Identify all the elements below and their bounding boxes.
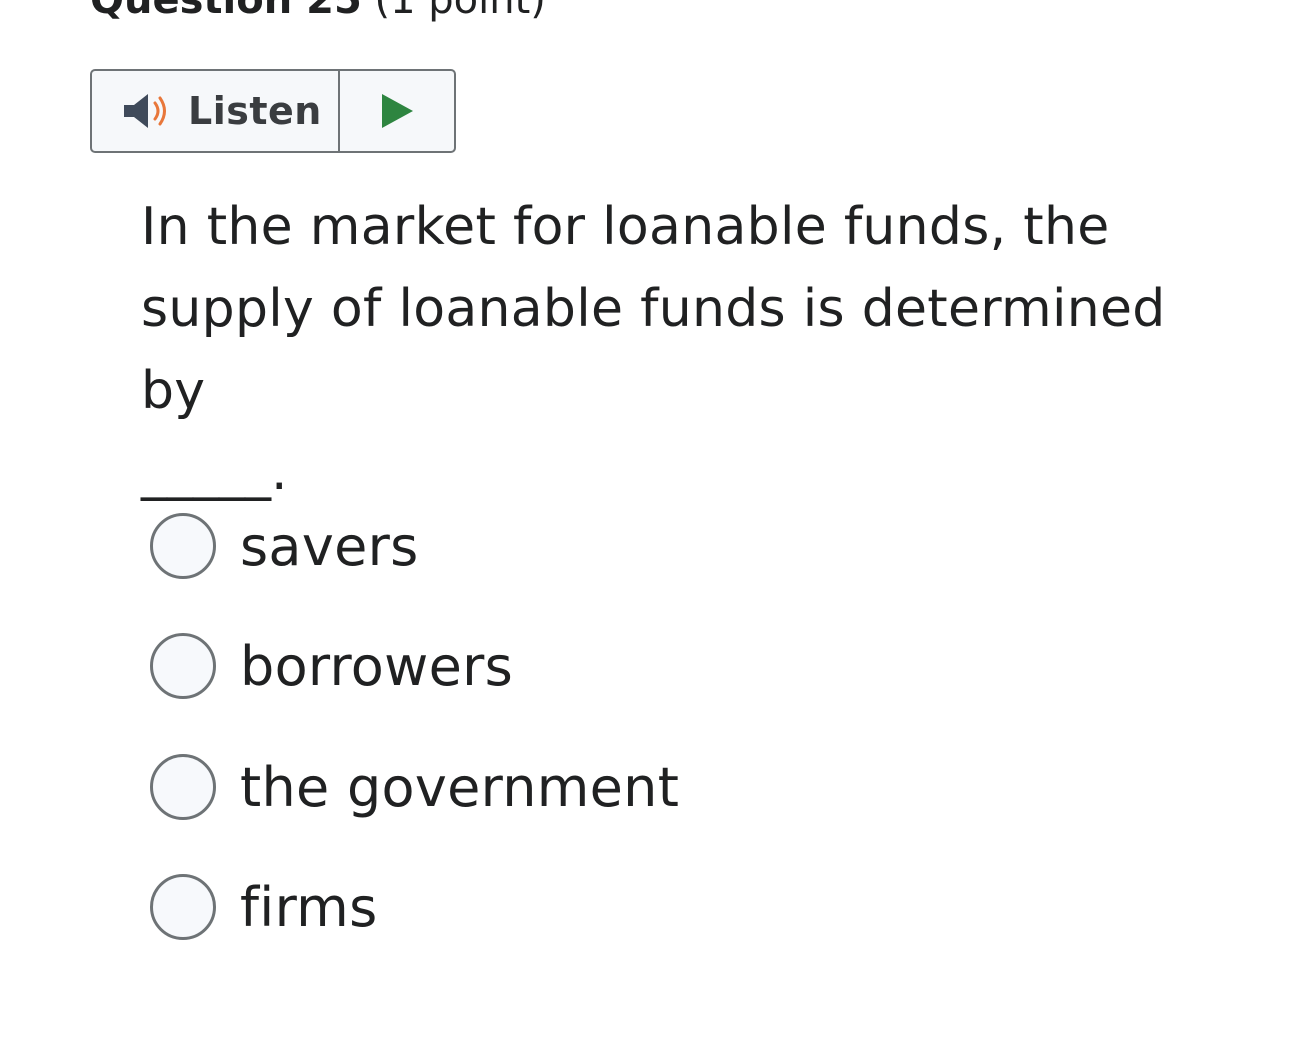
question-number: Question 25 (90, 0, 362, 23)
listen-button[interactable]: Listen (92, 71, 340, 151)
answer-blank: _____. (141, 442, 288, 502)
option-borrowers[interactable]: borrowers (150, 630, 513, 702)
option-label: savers (240, 514, 419, 578)
option-savers[interactable]: savers (150, 510, 419, 582)
option-label: borrowers (240, 634, 514, 698)
quiz-question-page: Question 25 (1 point) Listen In the mark… (0, 0, 1290, 1044)
radio-button[interactable] (150, 633, 216, 699)
radio-button[interactable] (150, 513, 216, 579)
question-text: In the market for loanable funds, the su… (141, 197, 1166, 421)
play-icon (382, 94, 413, 128)
radio-button[interactable] (150, 874, 216, 940)
play-button[interactable] (340, 71, 454, 151)
radio-button[interactable] (150, 754, 216, 820)
question-heading: Question 25 (1 point) (90, 0, 546, 22)
option-label: the government (240, 755, 680, 819)
option-the-government[interactable]: the government (150, 751, 679, 823)
question-points: (1 point) (374, 0, 546, 23)
read-aloud-control: Listen (90, 69, 456, 153)
speaker-icon (122, 91, 178, 131)
option-label: firms (240, 875, 378, 939)
listen-label: Listen (188, 89, 322, 133)
question-prompt: In the market for loanable funds, the su… (141, 186, 1241, 498)
option-firms[interactable]: firms (150, 871, 378, 943)
